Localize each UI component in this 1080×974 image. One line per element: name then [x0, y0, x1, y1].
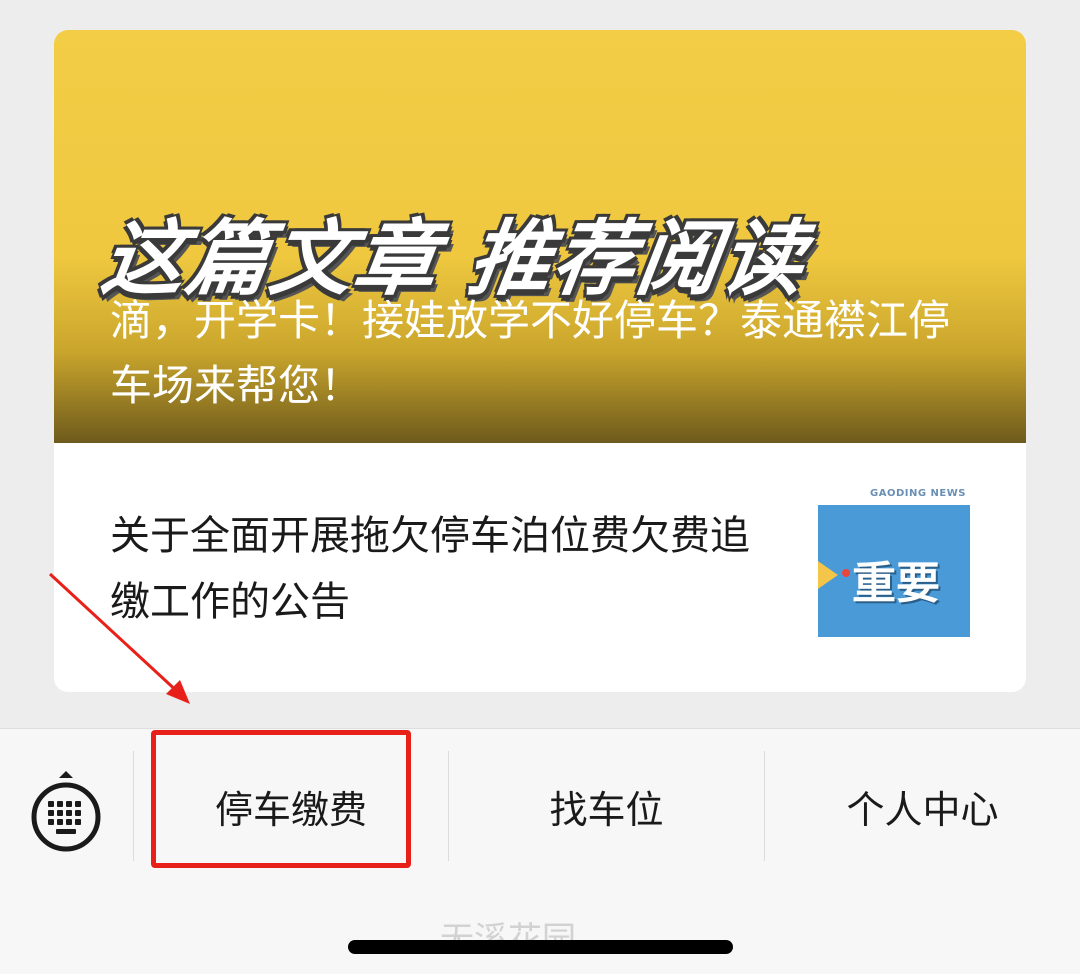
featured-banner[interactable]: 这篇文章 推荐阅读 滴，开学卡！接娃放学不好停车？泰通襟江停车场来帮您！: [54, 30, 1026, 443]
menu-item-parking-payment[interactable]: 停车缴费: [134, 751, 448, 861]
thumbnail-label: 重要: [852, 558, 940, 609]
menu-item-find-parking[interactable]: 找车位: [449, 751, 764, 861]
article-card: 这篇文章 推荐阅读 滴，开学卡！接娃放学不好停车？泰通襟江停车场来帮您！ 关于全…: [54, 30, 1026, 692]
article-thumbnail: GAODING NEWS 重要: [818, 485, 970, 637]
banner-article-title[interactable]: 滴，开学卡！接娃放学不好停车？泰通襟江停车场来帮您！: [110, 288, 950, 418]
menu-item-personal-center[interactable]: 个人中心: [765, 751, 1080, 861]
keyboard-icon: [31, 771, 101, 852]
thumbnail-source-label: GAODING NEWS: [870, 488, 966, 499]
home-indicator[interactable]: [348, 940, 733, 954]
megaphone-icon: [818, 557, 838, 593]
keyboard-toggle-button[interactable]: [28, 771, 104, 859]
megaphone-dot: [842, 569, 850, 577]
article-title[interactable]: 关于全面开展拖欠停车泊位费欠费追缴工作的公告: [110, 503, 770, 635]
article-list-item[interactable]: 关于全面开展拖欠停车泊位费欠费追缴工作的公告 GAODING NEWS 重要: [54, 443, 1026, 692]
